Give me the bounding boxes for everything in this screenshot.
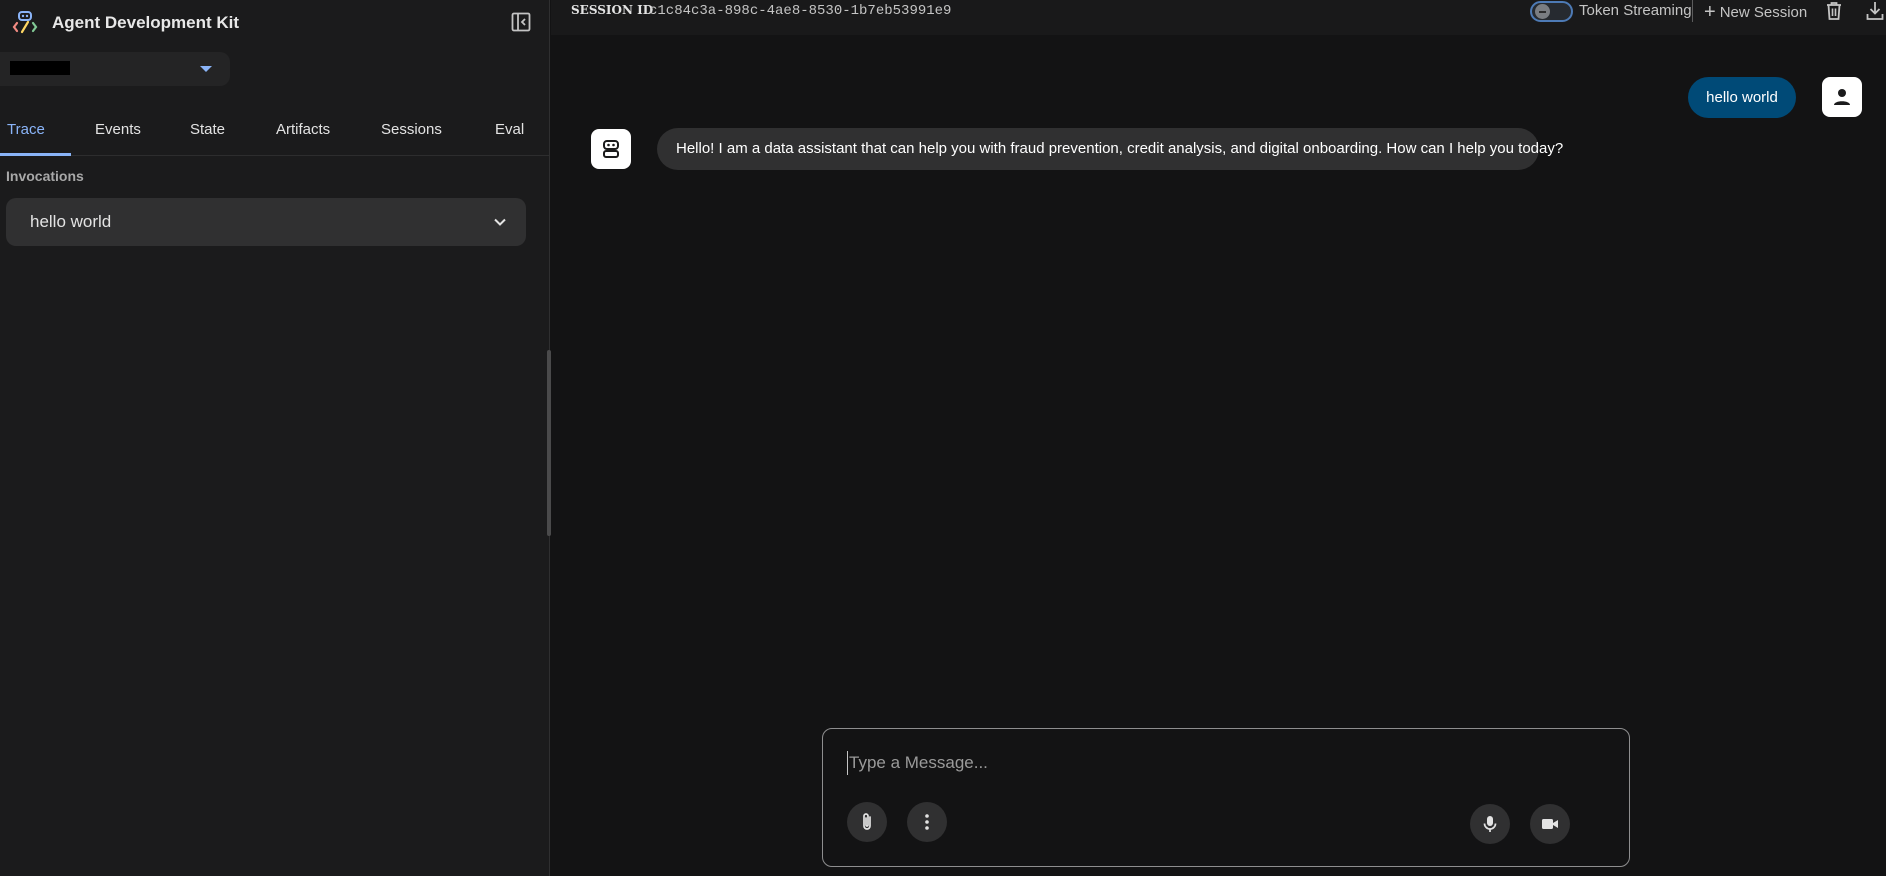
panel-resize-handle[interactable] (547, 350, 551, 536)
video-button[interactable] (1530, 804, 1570, 844)
more-vert-icon (925, 814, 929, 830)
session-toolbar: SESSION ID c1c84c3a-898c-4ae8-8530-1b7eb… (551, 0, 1886, 35)
invocations-heading: Invocations (6, 168, 84, 184)
plus-icon: + (1704, 1, 1716, 23)
microphone-icon (1483, 816, 1497, 832)
agent-selector[interactable] (0, 52, 230, 86)
sidebar-collapse-icon[interactable] (510, 11, 532, 33)
invocation-label: hello world (30, 212, 112, 231)
tab-sessions[interactable]: Sessions (381, 112, 442, 156)
app-title: Agent Development Kit (52, 13, 240, 32)
invocation-item[interactable]: hello world (6, 198, 526, 246)
adk-logo-icon (12, 11, 38, 34)
bot-message: Hello! I am a data assistant that can he… (657, 128, 1563, 170)
toolbar-divider (1692, 0, 1693, 22)
tab-events[interactable]: Events (95, 112, 141, 156)
agent-name-redacted (10, 61, 70, 75)
bot-avatar (591, 129, 631, 169)
tab-artifacts[interactable]: Artifacts (276, 112, 330, 156)
active-tab-indicator (0, 153, 71, 156)
user-message: hello world (1688, 77, 1796, 118)
new-session-label: New Session (1719, 3, 1808, 21)
token-streaming-toggle[interactable] (1530, 1, 1573, 22)
brand: Agent Development Kit (12, 8, 239, 38)
chevron-down-icon (494, 218, 506, 226)
dropdown-caret-icon (200, 66, 212, 72)
paperclip-icon (863, 813, 871, 830)
message-input[interactable] (847, 751, 1547, 775)
tab-eval[interactable]: Eval (495, 112, 524, 156)
token-streaming-label: Token Streaming (1579, 2, 1692, 19)
videocam-icon (1542, 819, 1558, 829)
download-icon[interactable] (1864, 0, 1886, 22)
person-icon (1834, 89, 1850, 105)
robot-icon (603, 140, 619, 158)
user-avatar (1822, 77, 1862, 117)
session-id-value: c1c84c3a-898c-4ae8-8530-1b7eb53991e9 (649, 3, 952, 19)
app-root: Agent Development Kit Trace Events State… (0, 0, 1886, 876)
trash-icon[interactable] (1823, 0, 1845, 22)
attach-button[interactable] (847, 802, 887, 842)
panel-tabs: Trace Events State Artifacts Sessions Ev… (0, 112, 549, 156)
tab-state[interactable]: State (190, 112, 225, 156)
session-id-label: SESSION ID (571, 3, 654, 17)
toggle-knob (1535, 4, 1550, 19)
side-panel: Agent Development Kit Trace Events State… (0, 0, 551, 876)
new-session-button[interactable]: + New Session (1704, 1, 1807, 23)
microphone-button[interactable] (1470, 804, 1510, 844)
tab-trace[interactable]: Trace (7, 112, 45, 156)
more-options-button[interactable] (907, 802, 947, 842)
message-composer (822, 728, 1630, 867)
